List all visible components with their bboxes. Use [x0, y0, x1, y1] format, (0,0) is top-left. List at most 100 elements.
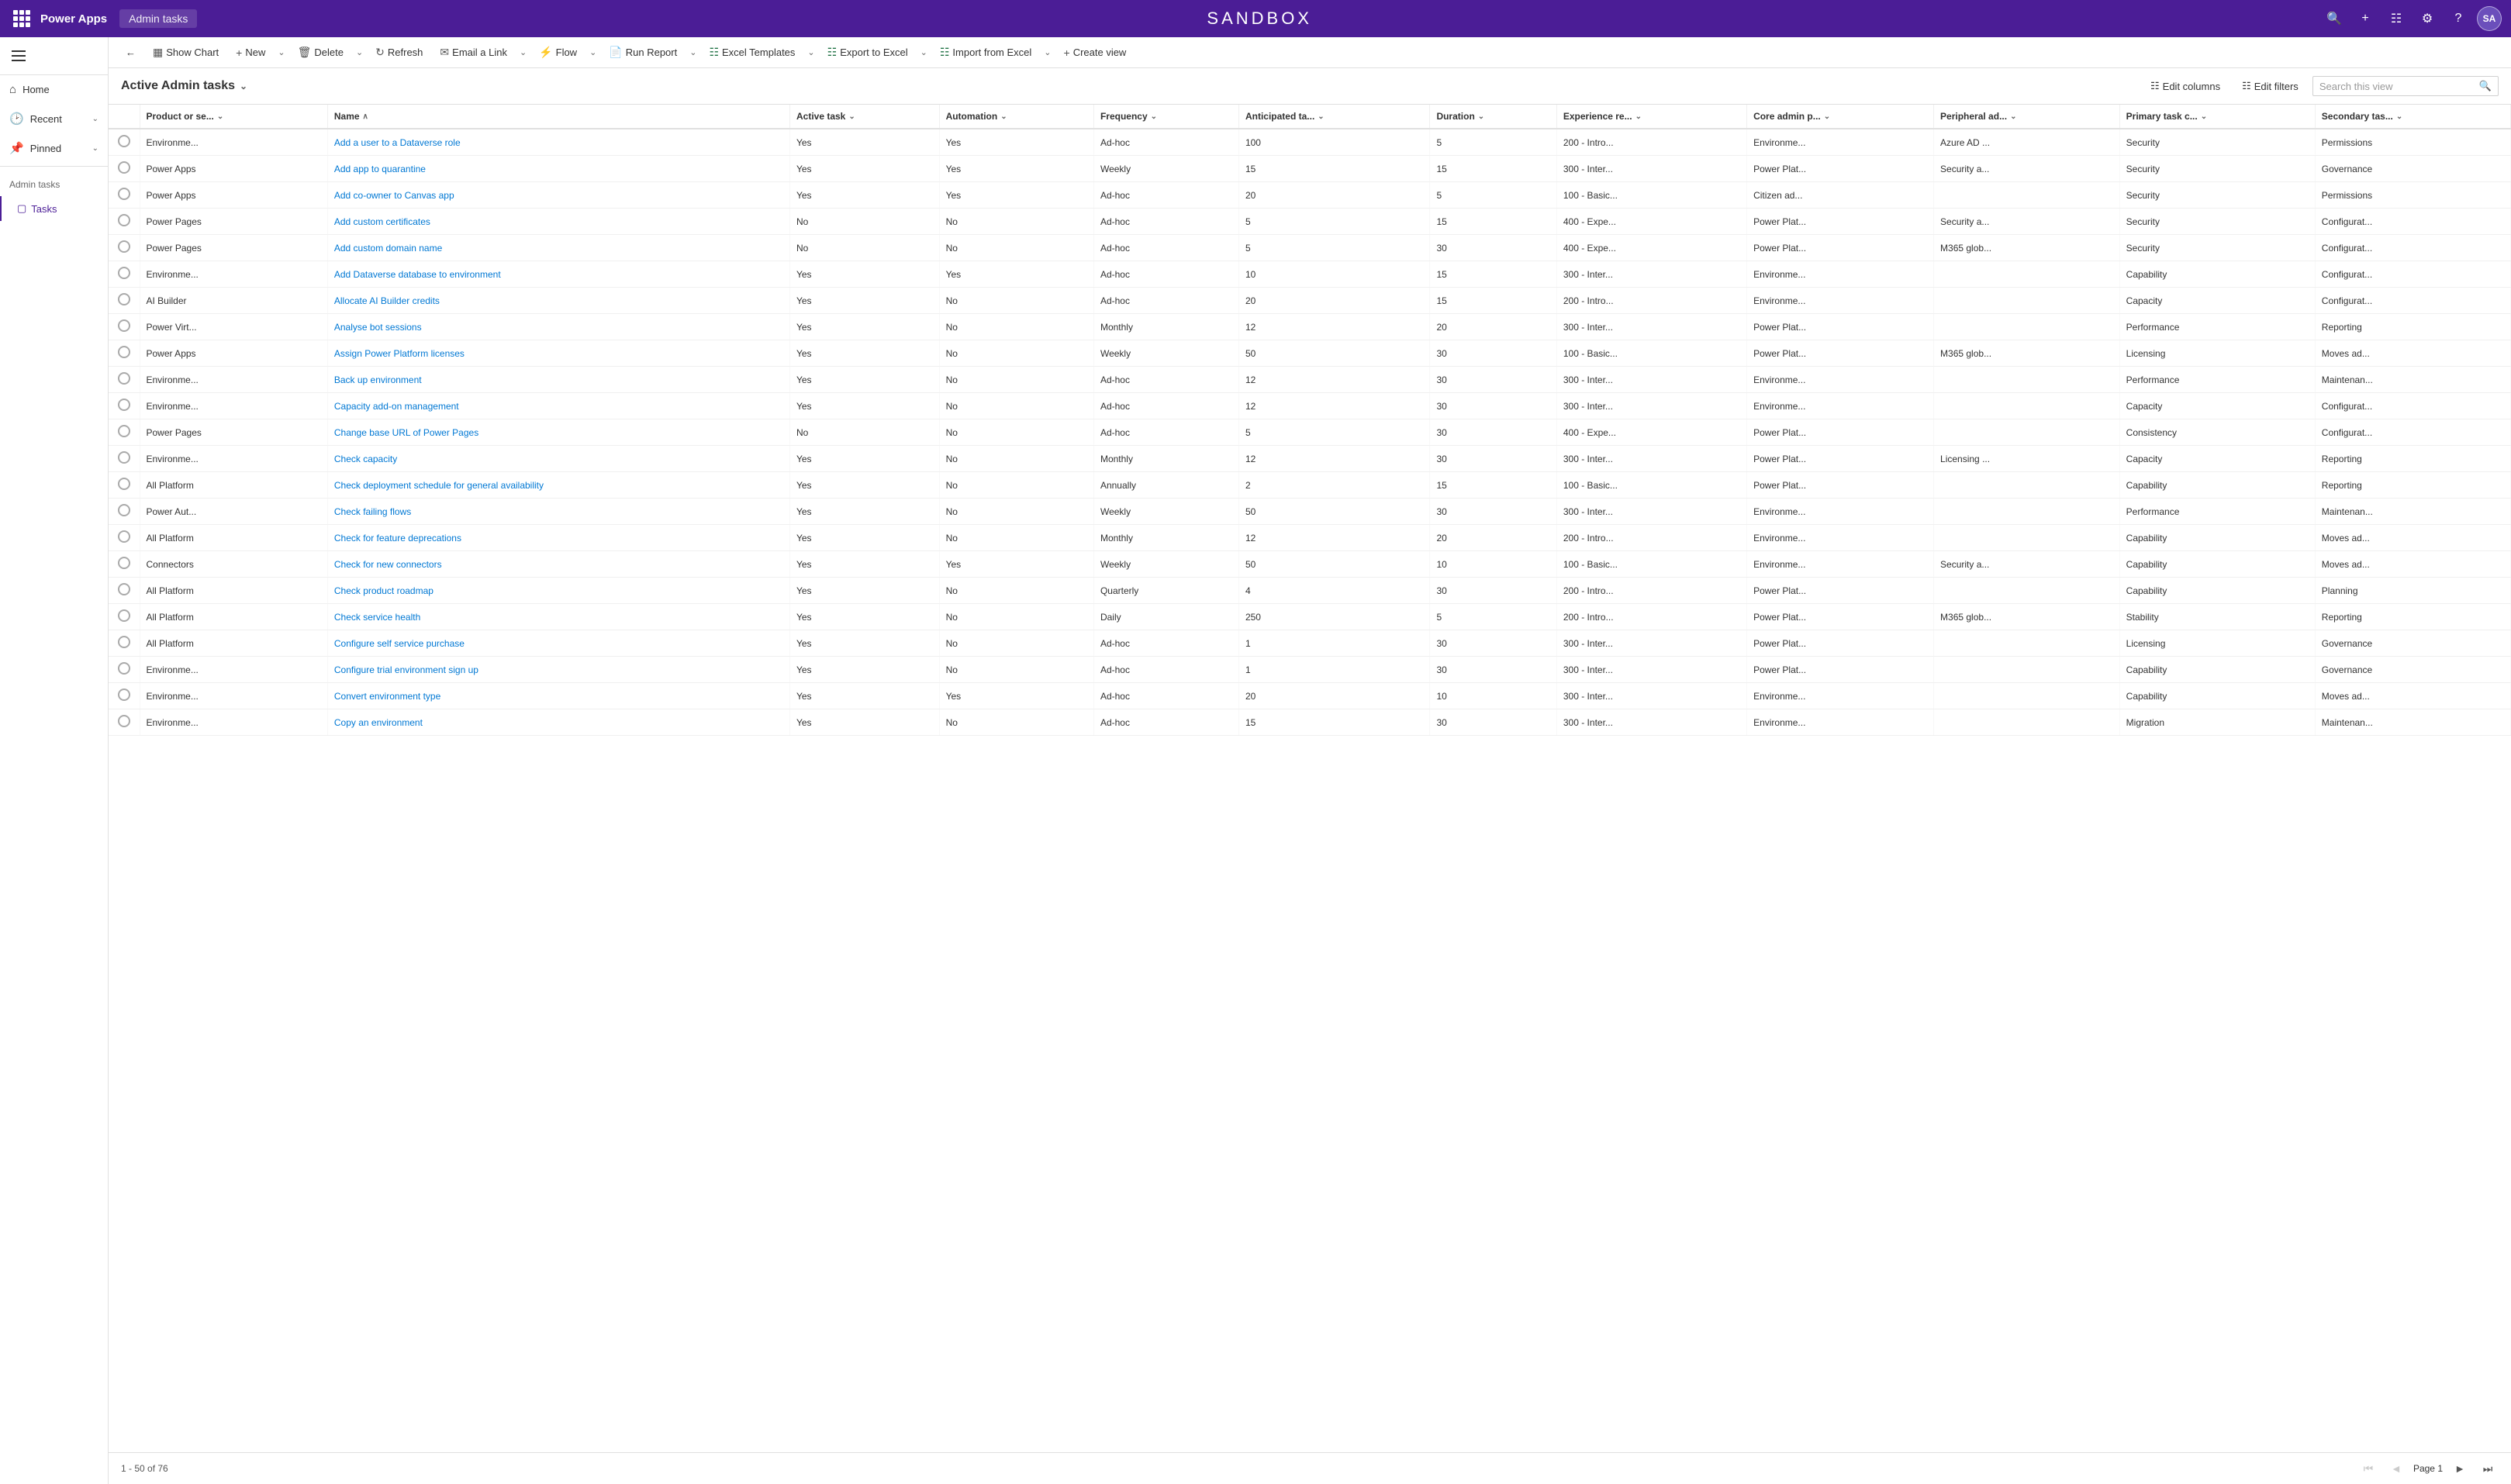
import-excel-chevron[interactable]: ⌄: [1041, 43, 1054, 61]
sidebar-item-pinned[interactable]: 📌 Pinned ⌄: [0, 133, 108, 163]
col-active-task[interactable]: Active task⌄: [789, 105, 939, 129]
row-radio[interactable]: [109, 393, 140, 419]
col-frequency[interactable]: Frequency⌄: [1093, 105, 1238, 129]
row-name[interactable]: Check capacity: [327, 446, 789, 472]
sidebar-item-tasks[interactable]: ▢ Tasks: [0, 196, 108, 221]
refresh-button[interactable]: ↻ Refresh: [368, 42, 430, 63]
row-name[interactable]: Add Dataverse database to environment: [327, 261, 789, 288]
row-name[interactable]: Configure self service purchase: [327, 630, 789, 657]
add-icon[interactable]: +: [2353, 6, 2378, 31]
sidebar-item-recent[interactable]: 🕑 Recent ⌄: [0, 104, 108, 133]
row-name[interactable]: Add co-owner to Canvas app: [327, 182, 789, 209]
col-duration[interactable]: Duration⌄: [1430, 105, 1556, 129]
sidebar-item-home[interactable]: ⌂ Home: [0, 75, 108, 104]
waffle-icon[interactable]: [9, 6, 34, 31]
row-radio[interactable]: [109, 340, 140, 367]
row-name[interactable]: Add custom domain name: [327, 235, 789, 261]
back-button[interactable]: ←: [118, 43, 143, 62]
row-radio[interactable]: [109, 182, 140, 209]
row-name[interactable]: Check for feature deprecations: [327, 525, 789, 551]
row-name[interactable]: Check for new connectors: [327, 551, 789, 578]
last-page-button[interactable]: ⏭: [2477, 1458, 2499, 1479]
next-page-button[interactable]: ►: [2449, 1458, 2471, 1479]
search-box[interactable]: 🔍: [2312, 76, 2499, 96]
row-radio[interactable]: [109, 551, 140, 578]
row-name[interactable]: Add a user to a Dataverse role: [327, 129, 789, 156]
row-radio[interactable]: [109, 683, 140, 709]
row-name[interactable]: Change base URL of Power Pages: [327, 419, 789, 446]
row-radio[interactable]: [109, 209, 140, 235]
row-radio[interactable]: [109, 578, 140, 604]
row-radio[interactable]: [109, 367, 140, 393]
excel-templates-chevron[interactable]: ⌄: [804, 43, 817, 61]
delete-chevron[interactable]: ⌄: [353, 43, 366, 61]
col-primary-task[interactable]: Primary task c...⌄: [2119, 105, 2315, 129]
edit-filters-button[interactable]: ☷ Edit filters: [2234, 76, 2306, 96]
row-name[interactable]: Allocate AI Builder credits: [327, 288, 789, 314]
flow-button[interactable]: ⚡ Flow: [531, 42, 585, 63]
row-radio[interactable]: [109, 419, 140, 446]
row-radio[interactable]: [109, 314, 140, 340]
settings-icon[interactable]: ⚙: [2415, 6, 2440, 31]
help-icon[interactable]: ?: [2446, 6, 2471, 31]
show-chart-button[interactable]: ▦ Show Chart: [145, 42, 226, 63]
row-name[interactable]: Check product roadmap: [327, 578, 789, 604]
email-link-button[interactable]: ✉ Email a Link: [432, 42, 515, 63]
search-input[interactable]: [2319, 81, 2475, 92]
new-chevron[interactable]: ⌄: [275, 43, 288, 61]
col-name[interactable]: Name∧: [327, 105, 789, 129]
row-name[interactable]: Add app to quarantine: [327, 156, 789, 182]
filter-icon[interactable]: ☷: [2384, 6, 2409, 31]
run-report-button[interactable]: 📄 Run Report: [601, 42, 685, 63]
first-page-button[interactable]: ⏮: [2357, 1458, 2379, 1479]
row-name[interactable]: Check failing flows: [327, 499, 789, 525]
col-automation[interactable]: Automation⌄: [939, 105, 1093, 129]
row-radio[interactable]: [109, 156, 140, 182]
col-product[interactable]: Product or se...⌄: [140, 105, 327, 129]
col-peripheral[interactable]: Peripheral ad...⌄: [1934, 105, 2120, 129]
edit-columns-button[interactable]: ☷ Edit columns: [2143, 76, 2228, 96]
row-name[interactable]: Back up environment: [327, 367, 789, 393]
create-view-button[interactable]: + Create view: [1056, 43, 1135, 63]
run-report-chevron[interactable]: ⌄: [686, 43, 699, 61]
row-name[interactable]: Convert environment type: [327, 683, 789, 709]
row-radio[interactable]: [109, 525, 140, 551]
email-link-chevron[interactable]: ⌄: [516, 43, 530, 61]
delete-button[interactable]: 🗑 Delete: [290, 42, 351, 63]
row-name[interactable]: Assign Power Platform licenses: [327, 340, 789, 367]
row-radio[interactable]: [109, 446, 140, 472]
export-excel-chevron[interactable]: ⌄: [917, 43, 931, 61]
row-radio[interactable]: [109, 630, 140, 657]
row-name[interactable]: Check service health: [327, 604, 789, 630]
row-radio[interactable]: [109, 288, 140, 314]
row-radio[interactable]: [109, 129, 140, 156]
import-excel-button[interactable]: ☷ Import from Excel: [932, 42, 1039, 63]
row-name[interactable]: Check deployment schedule for general av…: [327, 472, 789, 499]
col-secondary-task[interactable]: Secondary tas...⌄: [2315, 105, 2510, 129]
excel-templates-button[interactable]: ☷ Excel Templates: [701, 42, 803, 63]
col-experience[interactable]: Experience re...⌄: [1556, 105, 1746, 129]
row-radio[interactable]: [109, 499, 140, 525]
flow-chevron[interactable]: ⌄: [586, 43, 599, 61]
col-anticipated[interactable]: Anticipated ta...⌄: [1238, 105, 1429, 129]
row-name[interactable]: Configure trial environment sign up: [327, 657, 789, 683]
export-excel-button[interactable]: ☷ Export to Excel: [820, 42, 916, 63]
row-radio[interactable]: [109, 604, 140, 630]
row-name[interactable]: Analyse bot sessions: [327, 314, 789, 340]
row-name[interactable]: Add custom certificates: [327, 209, 789, 235]
row-radio[interactable]: [109, 709, 140, 736]
view-title[interactable]: Active Admin tasks ⌄: [121, 79, 247, 93]
new-button[interactable]: + New: [228, 43, 273, 63]
col-core-admin[interactable]: Core admin p...⌄: [1747, 105, 1934, 129]
avatar[interactable]: SA: [2477, 6, 2502, 31]
prev-page-button[interactable]: ◄: [2385, 1458, 2407, 1479]
row-radio[interactable]: [109, 657, 140, 683]
search-icon[interactable]: 🔍: [2322, 6, 2347, 31]
row-radio[interactable]: [109, 472, 140, 499]
row-radio[interactable]: [109, 235, 140, 261]
row-radio[interactable]: [109, 261, 140, 288]
row-name[interactable]: Capacity add-on management: [327, 393, 789, 419]
hamburger-button[interactable]: [6, 43, 31, 68]
breadcrumb[interactable]: Admin tasks: [119, 9, 197, 28]
row-name[interactable]: Copy an environment: [327, 709, 789, 736]
